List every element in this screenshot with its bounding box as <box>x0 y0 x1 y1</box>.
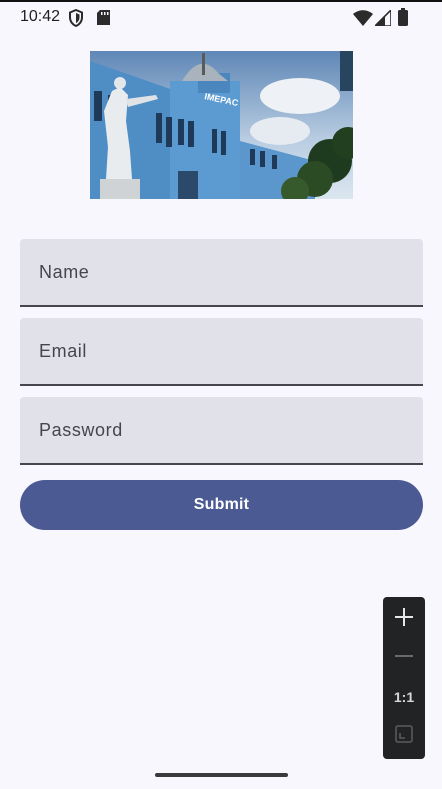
plus-icon <box>393 606 415 633</box>
shield-icon <box>68 8 84 32</box>
email-field[interactable]: Email <box>20 318 423 386</box>
status-bar: 10:42 <box>0 2 442 32</box>
zoom-out-button[interactable] <box>383 639 425 677</box>
submit-button-label: Submit <box>193 496 250 513</box>
fit-screen-icon <box>393 723 415 750</box>
status-time: 10:42 <box>20 8 61 25</box>
zoom-reset-button[interactable]: 1:1 <box>383 678 425 716</box>
submit-button[interactable]: Submit <box>20 480 423 530</box>
password-input[interactable] <box>20 397 423 463</box>
gesture-nav-handle[interactable] <box>155 773 288 777</box>
fit-screen-button[interactable] <box>383 717 425 755</box>
minus-icon <box>393 645 415 672</box>
zoom-in-button[interactable] <box>383 600 425 638</box>
zoom-controls: 1:1 <box>383 597 425 759</box>
zoom-reset-label: 1:1 <box>393 689 415 705</box>
campus-building-image: IMEPAC <box>90 51 353 199</box>
battery-icon <box>398 8 408 31</box>
wifi-icon <box>353 10 373 31</box>
email-input[interactable] <box>20 318 423 384</box>
signal-icon <box>373 8 392 31</box>
password-field[interactable]: Password <box>20 397 423 465</box>
name-field[interactable]: Name <box>20 239 423 307</box>
name-input[interactable] <box>20 239 423 305</box>
sd-card-icon <box>97 10 110 30</box>
